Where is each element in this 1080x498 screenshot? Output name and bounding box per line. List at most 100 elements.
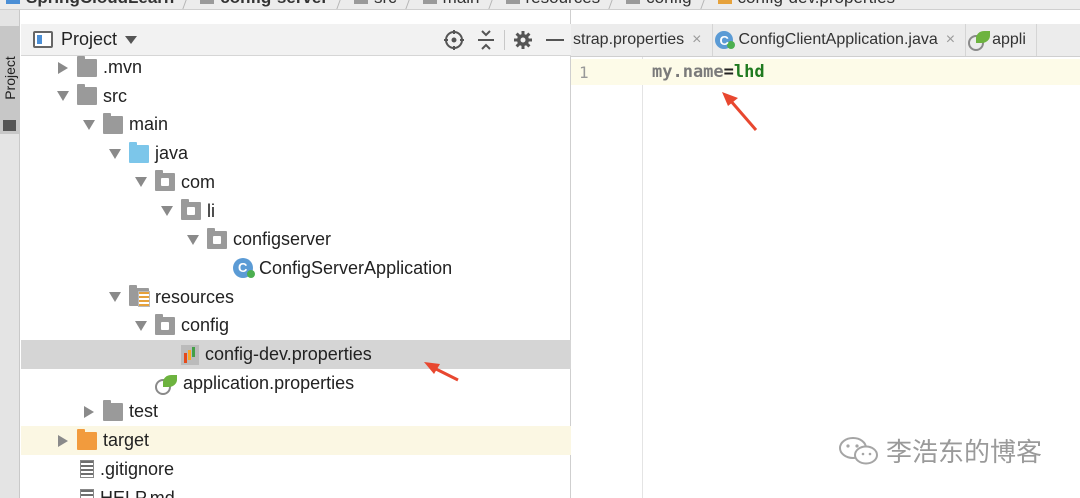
locate-button[interactable]	[438, 24, 470, 56]
package-icon	[181, 199, 201, 220]
properties-file-icon	[717, 0, 732, 4]
tree-node-label: ConfigServerApplication	[259, 257, 453, 278]
breadcrumb-item[interactable]: config-dev.properties	[712, 0, 902, 8]
breadcrumb-separator	[403, 0, 417, 9]
expanded-arrow-icon[interactable]	[79, 115, 99, 135]
tree-node[interactable]: test	[21, 397, 571, 426]
hide-panel-button[interactable]	[539, 24, 571, 56]
collapse-all-button[interactable]	[470, 24, 502, 56]
left-tool-strip: Project	[0, 10, 20, 498]
breadcrumb-separator	[180, 0, 194, 9]
breadcrumb-item[interactable]: SpringCloudLearn	[0, 0, 180, 8]
editor-tab-bar: strap.properties×ConfigClientApplication…	[571, 24, 1080, 57]
tree-node[interactable]: .mvn	[21, 53, 571, 82]
tree-node[interactable]: resources	[21, 283, 571, 312]
line-number: 1	[579, 63, 589, 82]
folder-icon	[200, 0, 215, 4]
tree-node-label: main	[129, 114, 169, 135]
breadcrumb-label: src	[374, 0, 397, 8]
watermark: 李浩东的博客	[838, 432, 1042, 469]
editor-tab-label: ConfigClientApplication.java	[738, 31, 938, 48]
tree-node[interactable]: HELP.md	[21, 484, 571, 498]
spring-properties-icon	[968, 31, 991, 51]
expanded-arrow-icon[interactable]	[131, 172, 151, 192]
navigation-breadcrumb: SpringCloudLearn config-server src main reso…	[0, 0, 1080, 10]
tree-node[interactable]: target	[21, 426, 571, 456]
expanded-arrow-icon[interactable]	[53, 86, 73, 106]
tree-node[interactable]: configserver	[21, 225, 571, 254]
hide-icon	[546, 39, 564, 41]
tree-node[interactable]: ConfigServerApplication	[21, 254, 571, 283]
breadcrumb-label: SpringCloudLearn	[26, 0, 174, 8]
close-icon[interactable]: ×	[946, 31, 955, 49]
tree-node[interactable]: .gitignore	[21, 455, 571, 484]
breadcrumb-label: config	[646, 0, 691, 8]
collapsed-arrow-icon[interactable]	[53, 58, 73, 78]
text-file-icon	[80, 460, 94, 479]
expanded-arrow-icon[interactable]	[131, 316, 151, 336]
editor-tab-label: strap.properties	[573, 31, 685, 48]
collapse-icon	[478, 30, 494, 50]
close-icon[interactable]: ×	[692, 31, 701, 49]
expanded-arrow-icon[interactable]	[105, 144, 125, 164]
tree-node[interactable]: application.properties	[21, 369, 571, 398]
breadcrumb-item[interactable]: resources	[500, 0, 607, 8]
project-view-selector[interactable]: Project	[33, 29, 138, 50]
breadcrumb-label: resources	[526, 0, 601, 8]
settings-button[interactable]	[507, 24, 539, 56]
breadcrumb-item[interactable]: config-server	[194, 0, 334, 8]
annotation-arrow-file	[424, 362, 459, 382]
editor-tab[interactable]: ConfigClientApplication.java ×	[713, 24, 967, 56]
package-icon	[155, 170, 175, 192]
expanded-arrow-icon[interactable]	[105, 287, 125, 307]
project-tool-tab[interactable]: Project	[0, 26, 20, 134]
breadcrumb-item[interactable]: config	[620, 0, 697, 8]
tree-node[interactable]: config-dev.properties	[21, 340, 571, 369]
tree-node-label: HELP.md	[100, 487, 175, 498]
tree-node-label: target	[103, 430, 150, 451]
project-panel: Project .mvn src main java com li config…	[21, 10, 571, 498]
breadcrumb-separator	[698, 0, 712, 9]
project-panel-header: Project	[21, 24, 571, 56]
tree-node[interactable]: main	[21, 110, 571, 139]
collapsed-arrow-icon[interactable]	[53, 431, 73, 451]
tree-node[interactable]: config	[21, 311, 571, 340]
breadcrumb-separator	[606, 0, 620, 9]
tree-node-label: resources	[155, 286, 235, 307]
annotation-arrow-code	[722, 92, 758, 131]
tree-node[interactable]: java	[21, 139, 571, 168]
expanded-arrow-icon[interactable]	[183, 230, 203, 250]
breadcrumb-item[interactable]: src	[348, 0, 403, 8]
tree-node-label: java	[155, 143, 189, 164]
tree-node-label: application.properties	[183, 372, 355, 393]
tree-node-label: src	[103, 85, 127, 106]
tree-node-label: configserver	[233, 229, 332, 250]
source-folder-icon	[129, 141, 149, 163]
gear-icon	[514, 31, 532, 49]
code-line[interactable]: my.name=lhd	[652, 62, 765, 82]
breadcrumb-item[interactable]: main	[417, 0, 486, 8]
wechat-icon	[839, 436, 878, 464]
project-panel-tools	[438, 24, 571, 56]
tree-node[interactable]: li	[21, 197, 571, 226]
resources-folder-icon	[505, 0, 520, 4]
current-line-highlight	[571, 59, 1080, 85]
tree-node-label: com	[181, 171, 216, 192]
tree-node[interactable]: src	[21, 82, 571, 111]
collapsed-arrow-icon[interactable]	[79, 402, 99, 422]
breadcrumb-label: main	[443, 0, 480, 8]
expanded-arrow-icon[interactable]	[157, 201, 177, 221]
editor-tab[interactable]: appli	[966, 24, 1037, 56]
project-icon	[33, 31, 53, 48]
folder-icon	[626, 0, 641, 4]
folder-icon	[422, 0, 437, 4]
spring-boot-class-icon	[233, 258, 255, 279]
editor-tab[interactable]: strap.properties ×	[571, 24, 713, 56]
tree-node-label: .mvn	[103, 57, 143, 77]
tree-node[interactable]: com	[21, 168, 571, 197]
